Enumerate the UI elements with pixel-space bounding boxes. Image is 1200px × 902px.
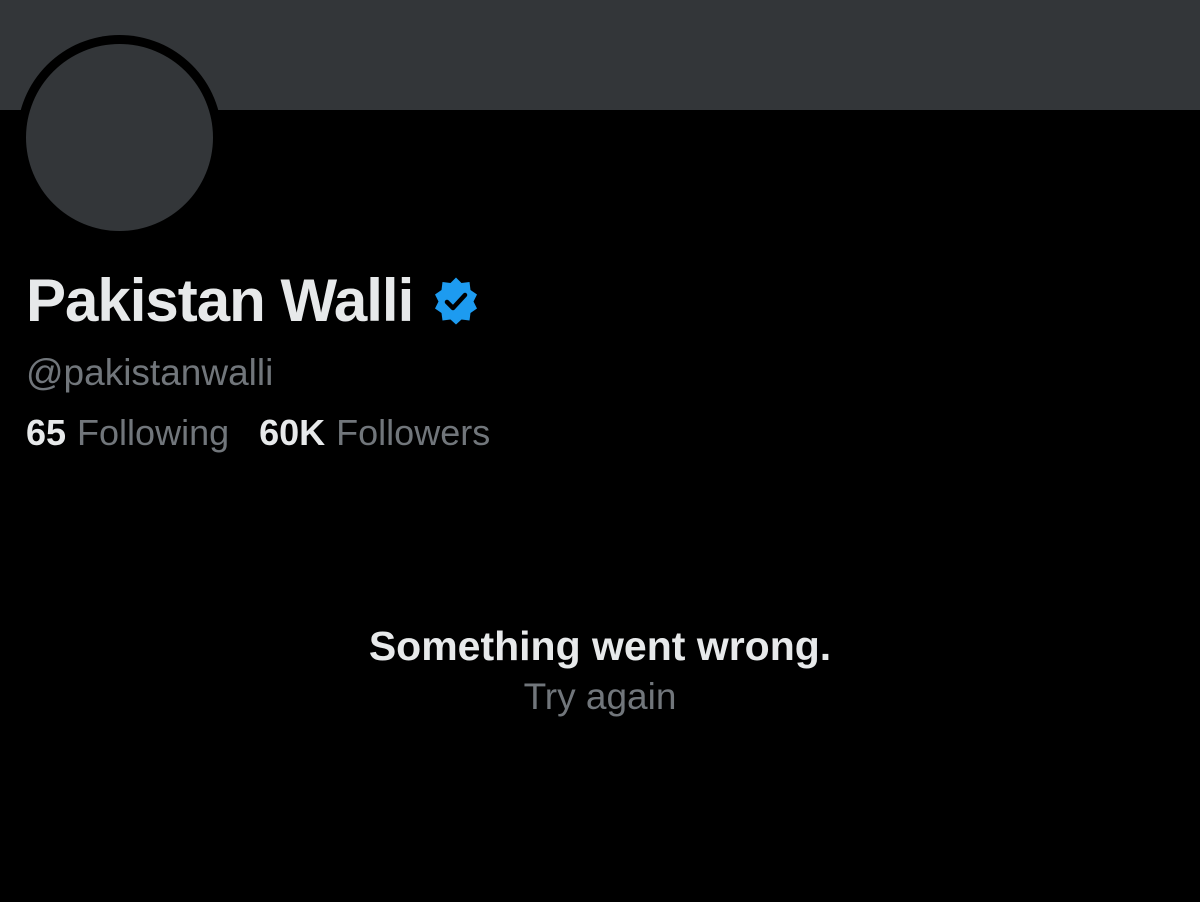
followers-count: 60K (259, 412, 326, 453)
following-count: 65 (26, 412, 67, 453)
following-label: Following (77, 412, 230, 453)
verified-badge-svg (435, 277, 478, 325)
following-link[interactable]: 65 Following (26, 410, 229, 456)
verified-badge-shape (435, 277, 478, 325)
try-again-button[interactable]: Try again (524, 672, 677, 722)
profile-handle: @pakistanwalli (26, 352, 274, 393)
follow-stats: 65 Following 60K Followers (26, 410, 520, 456)
error-state: Something went wrong. Try again (0, 620, 1200, 722)
followers-link[interactable]: 60K Followers (259, 410, 490, 456)
profile-page: Pakistan Walli @pakistanwalli 65 Followi… (0, 0, 1200, 902)
avatar[interactable] (26, 44, 213, 231)
profile-name-row: Pakistan Walli (26, 266, 481, 336)
followers-label: Followers (336, 412, 491, 453)
error-message: Something went wrong. (368, 623, 832, 669)
display-name: Pakistan Walli (26, 267, 414, 334)
verified-badge-icon[interactable] (431, 276, 481, 326)
